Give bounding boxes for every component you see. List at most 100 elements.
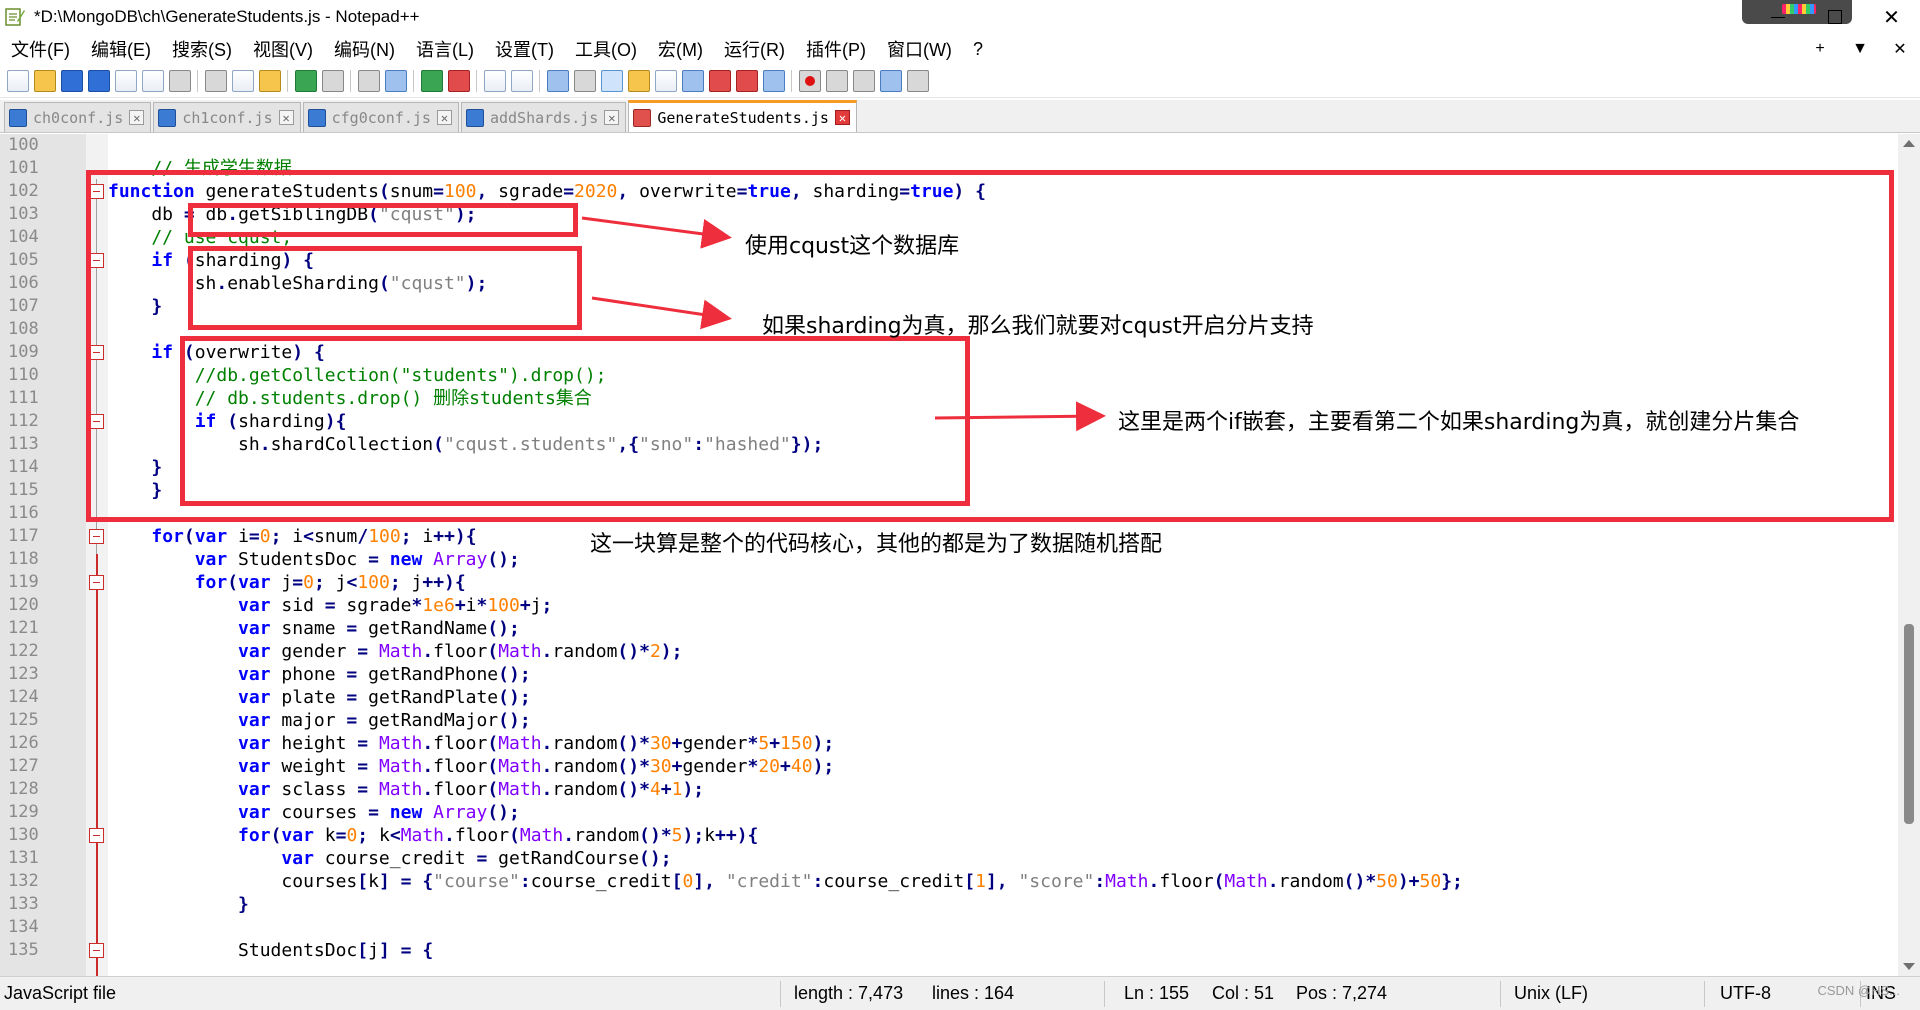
folder-workspace-icon[interactable] bbox=[709, 69, 731, 92]
tab-close-icon[interactable]: ✕ bbox=[436, 110, 452, 125]
menu-language[interactable]: 语言(L) bbox=[405, 36, 484, 62]
cut-icon[interactable] bbox=[205, 69, 227, 92]
tab-list-button[interactable]: ▼ bbox=[1840, 40, 1880, 58]
close-all-icon[interactable] bbox=[142, 69, 164, 92]
file-modified-icon bbox=[633, 108, 652, 127]
status-separator bbox=[1500, 981, 1501, 1007]
file-saved-icon bbox=[307, 108, 326, 127]
save-macro-icon[interactable] bbox=[907, 69, 929, 92]
close-doc-button[interactable]: ✕ bbox=[1880, 39, 1920, 59]
line-number: 119 bbox=[8, 572, 39, 592]
redo-icon[interactable] bbox=[322, 69, 344, 92]
stop-macro-icon[interactable] bbox=[826, 69, 848, 92]
code-line: var weight = Math.floor(Math.random()*30… bbox=[238, 756, 835, 777]
menu-help[interactable]: ? bbox=[962, 39, 993, 60]
line-number: 109 bbox=[8, 342, 39, 362]
tab-close-icon[interactable]: ✕ bbox=[604, 110, 620, 125]
replace-icon[interactable] bbox=[385, 69, 407, 92]
save-all-icon[interactable] bbox=[88, 69, 110, 92]
code-line: var courses = new Array(); bbox=[238, 802, 520, 823]
line-number: 128 bbox=[8, 779, 39, 799]
sync-vertical-icon[interactable] bbox=[484, 69, 506, 92]
run-macro-multiple-icon[interactable] bbox=[880, 69, 902, 92]
record-macro-icon[interactable] bbox=[799, 69, 821, 92]
new-tab-button[interactable]: + bbox=[1800, 40, 1840, 58]
tab-bar: ch0conf.js ✕ ch1conf.js ✕ cfg0conf.js ✕ … bbox=[0, 100, 1920, 133]
fold-toggle-icon[interactable] bbox=[89, 575, 104, 590]
menu-view[interactable]: 视图(V) bbox=[242, 36, 323, 62]
tab-close-icon[interactable]: ✕ bbox=[129, 110, 145, 125]
doc-map-icon[interactable] bbox=[655, 69, 677, 92]
menu-tools[interactable]: 工具(O) bbox=[564, 36, 647, 62]
status-pos: Pos : 7,274 bbox=[1296, 983, 1388, 1003]
fold-toggle-icon[interactable] bbox=[89, 828, 104, 843]
vertical-scrollbar[interactable] bbox=[1898, 134, 1920, 976]
close-window-button[interactable]: ✕ bbox=[1863, 0, 1920, 34]
menu-encoding[interactable]: 编码(N) bbox=[323, 36, 405, 62]
new-file-icon[interactable] bbox=[7, 69, 29, 92]
fold-toggle-icon[interactable] bbox=[89, 529, 104, 544]
monitor-icon[interactable] bbox=[763, 69, 785, 92]
play-macro-icon[interactable] bbox=[853, 69, 875, 92]
tab-generatestudents[interactable]: GenerateStudents.js ✕ bbox=[628, 100, 857, 132]
menu-edit[interactable]: 编辑(E) bbox=[80, 36, 161, 62]
maximize-button[interactable] bbox=[1806, 0, 1863, 34]
folder-workspace-icon-2[interactable] bbox=[736, 69, 758, 92]
line-number: 127 bbox=[8, 756, 39, 776]
minimize-button[interactable] bbox=[1749, 0, 1806, 34]
sync-horizontal-icon[interactable] bbox=[511, 69, 533, 92]
annotation-box-overwrite bbox=[180, 336, 970, 506]
function-list-icon[interactable] bbox=[682, 69, 704, 92]
code-line: courses[k] = {"course":course_credit[0],… bbox=[108, 871, 1463, 892]
menu-plugins[interactable]: 插件(P) bbox=[795, 36, 876, 62]
tab-ch1conf[interactable]: ch1conf.js ✕ bbox=[153, 102, 301, 132]
line-number: 106 bbox=[8, 273, 39, 293]
zoom-in-icon[interactable] bbox=[421, 69, 443, 92]
show-all-chars-icon[interactable] bbox=[574, 69, 596, 92]
line-number: 133 bbox=[8, 894, 39, 914]
menu-macro[interactable]: 宏(M) bbox=[647, 36, 713, 62]
menu-window[interactable]: 窗口(W) bbox=[876, 36, 962, 62]
status-bar: JavaScript file length : 7,473 lines : 1… bbox=[0, 976, 1920, 1010]
scroll-thumb[interactable] bbox=[1904, 624, 1914, 824]
open-folder-icon[interactable] bbox=[34, 69, 56, 92]
status-length: length : 7,473 bbox=[794, 983, 904, 1003]
code-line: } bbox=[238, 894, 249, 915]
tab-close-icon[interactable]: ✕ bbox=[834, 110, 850, 125]
scroll-up-icon[interactable] bbox=[1903, 140, 1915, 147]
scroll-down-icon[interactable] bbox=[1903, 963, 1915, 970]
indent-guide-icon[interactable] bbox=[601, 69, 623, 92]
copy-icon[interactable] bbox=[232, 69, 254, 92]
line-number: 123 bbox=[8, 664, 39, 684]
udl-icon[interactable] bbox=[628, 69, 650, 92]
toolbar-separator bbox=[791, 69, 792, 92]
undo-icon[interactable] bbox=[295, 69, 317, 92]
status-encoding[interactable]: UTF-8 bbox=[1720, 983, 1771, 1004]
code-line: for(var j=0; j<100; j++){ bbox=[194, 572, 466, 593]
status-eol[interactable]: Unix (LF) bbox=[1514, 983, 1588, 1004]
status-file-type: JavaScript file bbox=[4, 983, 117, 1003]
menu-search[interactable]: 搜索(S) bbox=[161, 36, 242, 62]
file-saved-icon bbox=[9, 108, 27, 127]
menu-run[interactable]: 运行(R) bbox=[713, 36, 795, 62]
menu-file[interactable]: 文件(F) bbox=[0, 36, 80, 62]
line-number: 112 bbox=[8, 411, 39, 431]
menu-bar: 文件(F) 编辑(E) 搜索(S) 视图(V) 编码(N) 语言(L) 设置(T… bbox=[0, 34, 1920, 64]
close-icon[interactable] bbox=[115, 69, 137, 92]
paste-icon[interactable] bbox=[259, 69, 281, 92]
print-icon[interactable] bbox=[169, 69, 191, 92]
tab-ch0conf[interactable]: ch0conf.js ✕ bbox=[4, 102, 152, 132]
tab-cfg0conf[interactable]: cfg0conf.js ✕ bbox=[302, 102, 459, 132]
line-number: 108 bbox=[8, 319, 39, 339]
tab-close-icon[interactable]: ✕ bbox=[278, 110, 294, 125]
tab-addshards[interactable]: addShards.js ✕ bbox=[460, 102, 627, 132]
find-icon[interactable] bbox=[358, 69, 380, 92]
zoom-out-icon[interactable] bbox=[448, 69, 470, 92]
line-number: 111 bbox=[8, 388, 39, 408]
menu-settings[interactable]: 设置(T) bbox=[484, 36, 564, 62]
fold-toggle-icon[interactable] bbox=[89, 943, 104, 958]
word-wrap-icon[interactable] bbox=[547, 69, 569, 92]
line-number: 132 bbox=[8, 871, 39, 891]
save-icon[interactable] bbox=[61, 69, 83, 92]
